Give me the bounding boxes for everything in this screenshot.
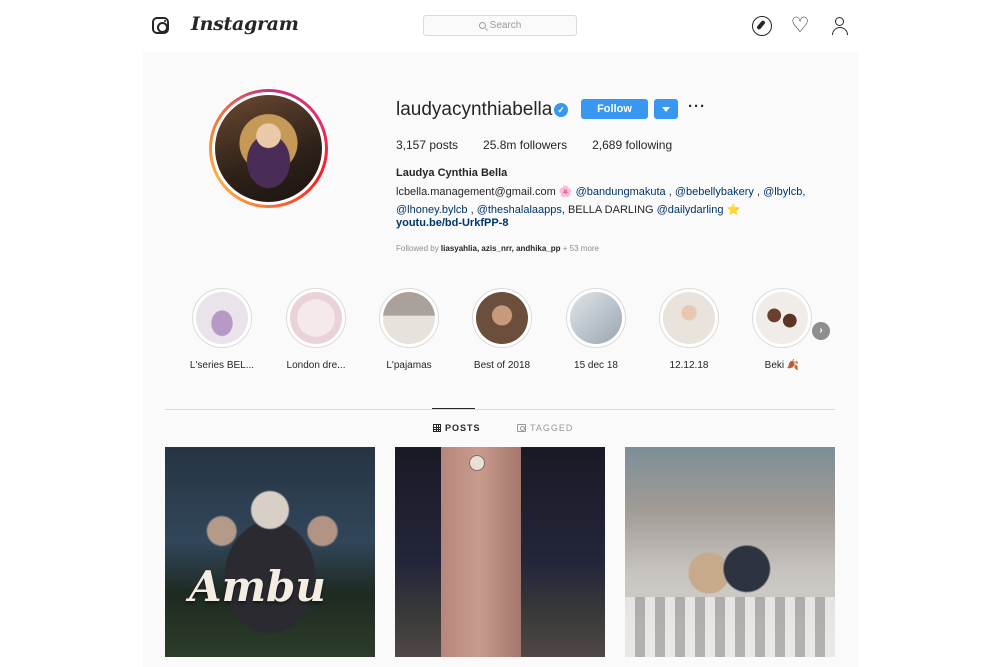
highlight-item[interactable]: 15 dec 18 <box>556 288 636 371</box>
profile-stats: 3,157 posts 25.8m followers 2,689 follow… <box>396 138 697 152</box>
mention-link[interactable]: @dailydarling <box>657 204 724 216</box>
follow-button[interactable]: Follow <box>581 99 648 119</box>
highlight-label: London dre... <box>286 360 346 371</box>
tab-tagged[interactable]: TAGGED <box>517 423 573 433</box>
highlight-cover <box>756 292 808 344</box>
top-navigation-bar: Instagram Search ♡ <box>0 0 1000 52</box>
highlights-next-arrow-icon[interactable]: › <box>812 322 830 340</box>
following-count-link[interactable]: 2,689 following <box>592 138 672 152</box>
highlight-cover <box>663 292 715 344</box>
suggested-accounts-dropdown-button[interactable] <box>654 99 678 119</box>
followed-by-text[interactable]: Followed by liasyahlia, azis_nrr, andhik… <box>396 244 599 253</box>
search-placeholder: Search <box>489 20 522 31</box>
tab-posts[interactable]: POSTS <box>433 423 481 433</box>
followed-by-names: liasyahlia, azis_nrr, andhika_pp <box>440 244 561 253</box>
highlight-cover <box>476 292 528 344</box>
more-options-button[interactable]: ··· <box>688 98 706 115</box>
highlight-item[interactable]: Beki 🍂 <box>742 288 822 371</box>
profile-icon[interactable] <box>830 16 850 36</box>
highlight-item[interactable]: London dre... <box>276 288 356 371</box>
search-input[interactable]: Search <box>423 15 577 36</box>
highlight-label: 12.12.18 <box>669 360 709 371</box>
flower-emoji-icon: 🌸 <box>558 186 573 198</box>
profile-avatar[interactable] <box>209 89 328 208</box>
heart-icon[interactable]: ♡ <box>790 15 810 36</box>
page: Instagram Search ♡ laudyacynthiabella ✓ … <box>0 0 1000 667</box>
avatar-photo <box>215 95 322 202</box>
mention-link[interactable]: @lhoney.bylcb <box>396 204 468 216</box>
post-thumbnail[interactable]: Ambu <box>165 447 375 657</box>
highlight-label: Beki 🍂 <box>764 360 800 371</box>
profile-full-name: Laudya Cynthia Bella <box>396 167 508 179</box>
mention-link[interactable]: @bebellybakery <box>675 186 754 198</box>
bio-text: , BELLA DARLING <box>561 203 654 216</box>
highlight-cover <box>383 292 435 344</box>
highlight-cover <box>570 292 622 344</box>
compass-icon[interactable] <box>752 16 772 36</box>
highlight-label: L'pajamas <box>386 360 432 371</box>
followers-count-link[interactable]: 25.8m followers <box>483 138 567 152</box>
bio-website-link[interactable]: youtu.be/bd-UrkfPP-8 <box>396 217 508 229</box>
tagged-icon <box>517 424 526 432</box>
post-thumbnail[interactable] <box>395 447 605 657</box>
crosswalk <box>625 597 835 657</box>
clock-tower-clock <box>469 455 485 471</box>
mention-link[interactable]: @lbylcb, <box>763 186 805 198</box>
highlight-item[interactable]: 12.12.18 <box>649 288 729 371</box>
profile-username: laudyacynthiabella <box>396 99 553 120</box>
profile-bio: lcbella.management@gmail.com 🌸 @bandungm… <box>396 184 836 219</box>
tabs-divider <box>165 409 835 410</box>
highlight-label: 15 dec 18 <box>574 360 618 371</box>
highlight-label: Best of 2018 <box>473 360 531 371</box>
highlight-cover <box>290 292 342 344</box>
highlight-cover <box>196 292 248 344</box>
instagram-icon[interactable] <box>152 17 169 34</box>
verified-badge-icon: ✓ <box>554 103 568 117</box>
instagram-wordmark[interactable]: Instagram <box>191 13 299 35</box>
posts-count: 3,157 posts <box>396 138 459 152</box>
post-overlay-text: Ambu <box>189 562 326 611</box>
highlight-item[interactable]: L'pajamas <box>369 288 449 371</box>
story-highlights: L'series BEL... London dre... L'pajamas … <box>180 288 830 378</box>
grid-icon <box>433 424 441 432</box>
highlight-item[interactable]: L'series BEL... <box>182 288 262 371</box>
star-emoji-icon: ⭐ <box>726 203 741 216</box>
highlight-item[interactable]: Best of 2018 <box>462 288 542 371</box>
search-icon <box>478 22 486 29</box>
mention-link[interactable]: @theshalalaapps <box>477 204 562 216</box>
bio-email: lcbella.management@gmail.com <box>396 186 556 198</box>
highlight-label: L'series BEL... <box>189 360 255 371</box>
mention-link[interactable]: @bandungmakuta <box>576 186 666 198</box>
post-thumbnail[interactable] <box>625 447 835 657</box>
chevron-down-icon <box>662 106 670 112</box>
active-tab-indicator <box>432 408 475 409</box>
